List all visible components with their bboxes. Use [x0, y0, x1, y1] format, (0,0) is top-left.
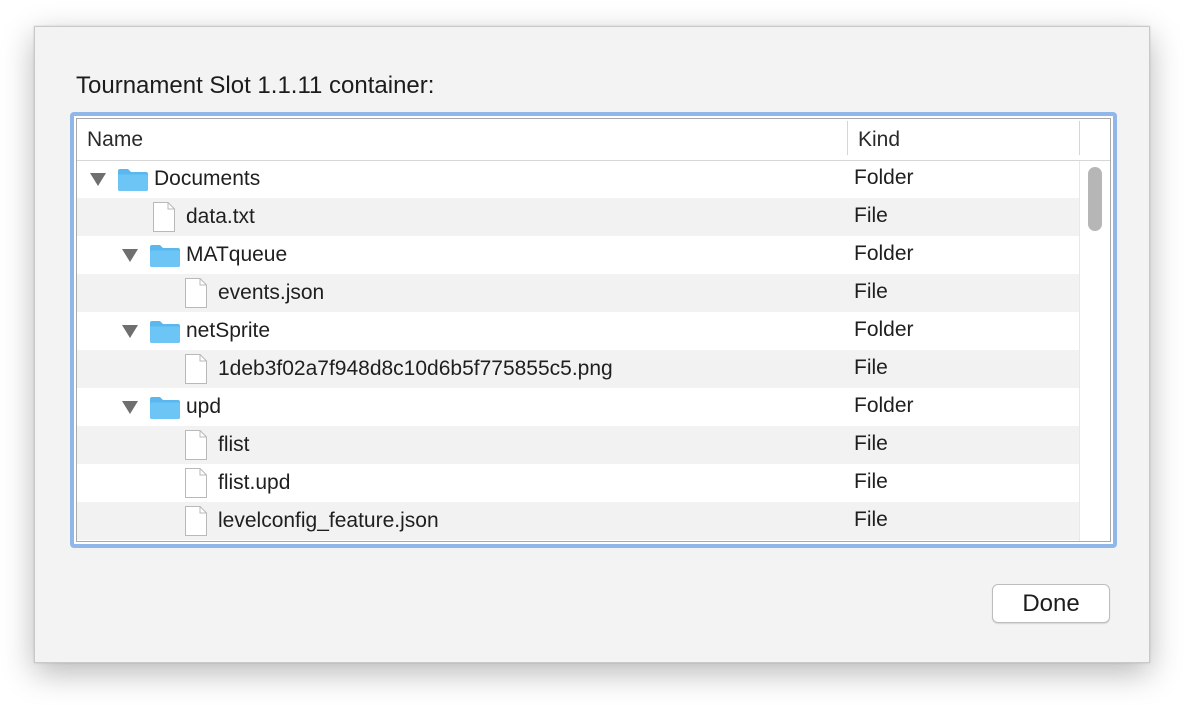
table-row[interactable]: levelconfig_feature.json File: [77, 502, 1079, 540]
table-row[interactable]: flist.upd File: [77, 464, 1079, 502]
kind-cell: Folder: [854, 166, 914, 189]
folder-icon: [118, 169, 148, 191]
folder-icon: [150, 397, 180, 419]
table-rows: Documents Folder data.txt File MATqueue Folde…: [77, 160, 1079, 541]
file-icon: [153, 202, 175, 232]
done-button[interactable]: Done: [992, 584, 1110, 623]
outline-view-focus-ring: Name Kind Documents Folder data.txt File MAT…: [70, 112, 1117, 548]
table-row[interactable]: Documents Folder: [77, 160, 1079, 198]
file-name: events.json: [218, 281, 325, 304]
file-outline-table[interactable]: Name Kind Documents Folder data.txt File MAT…: [76, 118, 1111, 542]
kind-cell: Folder: [854, 242, 914, 265]
table-row[interactable]: netSprite Folder: [77, 312, 1079, 350]
file-name: levelconfig_feature.json: [218, 509, 439, 532]
kind-cell: File: [854, 280, 888, 303]
table-row[interactable]: 1deb3f02a7f948d8c10d6b5f775855c5.png File: [77, 350, 1079, 388]
kind-cell: Folder: [854, 394, 914, 417]
kind-cell: Folder: [854, 318, 914, 341]
file-icon: [185, 278, 207, 308]
table-row[interactable]: upd Folder: [77, 388, 1079, 426]
file-icon: [185, 354, 207, 384]
kind-cell: File: [854, 432, 888, 455]
file-icon: [185, 430, 207, 460]
file-name: 1deb3f02a7f948d8c10d6b5f775855c5.png: [218, 357, 613, 380]
column-divider[interactable]: [847, 121, 848, 155]
table-row[interactable]: data.txt File: [77, 198, 1079, 236]
table-row[interactable]: events.json File: [77, 274, 1079, 312]
table-header: Name Kind: [77, 119, 1110, 161]
folder-name: upd: [186, 395, 222, 418]
folder-name: MATqueue: [186, 243, 288, 266]
disclosure-triangle-icon[interactable]: [90, 173, 106, 186]
vertical-scrollbar[interactable]: [1079, 161, 1110, 541]
table-row[interactable]: flist File: [77, 426, 1079, 464]
file-icon: [185, 468, 207, 498]
kind-cell: File: [854, 470, 888, 493]
column-header-kind[interactable]: Kind: [858, 119, 900, 160]
folder-icon: [150, 321, 180, 343]
scrollbar-thumb[interactable]: [1088, 167, 1102, 231]
folder-icon: [150, 245, 180, 267]
disclosure-triangle-icon[interactable]: [122, 401, 138, 414]
file-name: flist: [218, 433, 250, 456]
file-name: data.txt: [186, 205, 255, 228]
disclosure-triangle-icon[interactable]: [122, 249, 138, 262]
folder-name: Documents: [154, 167, 261, 190]
kind-cell: File: [854, 508, 888, 531]
dialog-title: Tournament Slot 1.1.11 container:: [76, 72, 435, 99]
table-row[interactable]: MATqueue Folder: [77, 236, 1079, 274]
container-dialog: Tournament Slot 1.1.11 container: Name K…: [34, 26, 1150, 663]
folder-name: netSprite: [186, 319, 271, 342]
kind-cell: File: [854, 356, 888, 379]
column-header-name[interactable]: Name: [87, 119, 143, 160]
kind-cell: File: [854, 204, 888, 227]
disclosure-triangle-icon[interactable]: [122, 325, 138, 338]
column-divider[interactable]: [1079, 121, 1080, 155]
file-name: flist.upd: [218, 471, 291, 494]
file-icon: [185, 506, 207, 536]
